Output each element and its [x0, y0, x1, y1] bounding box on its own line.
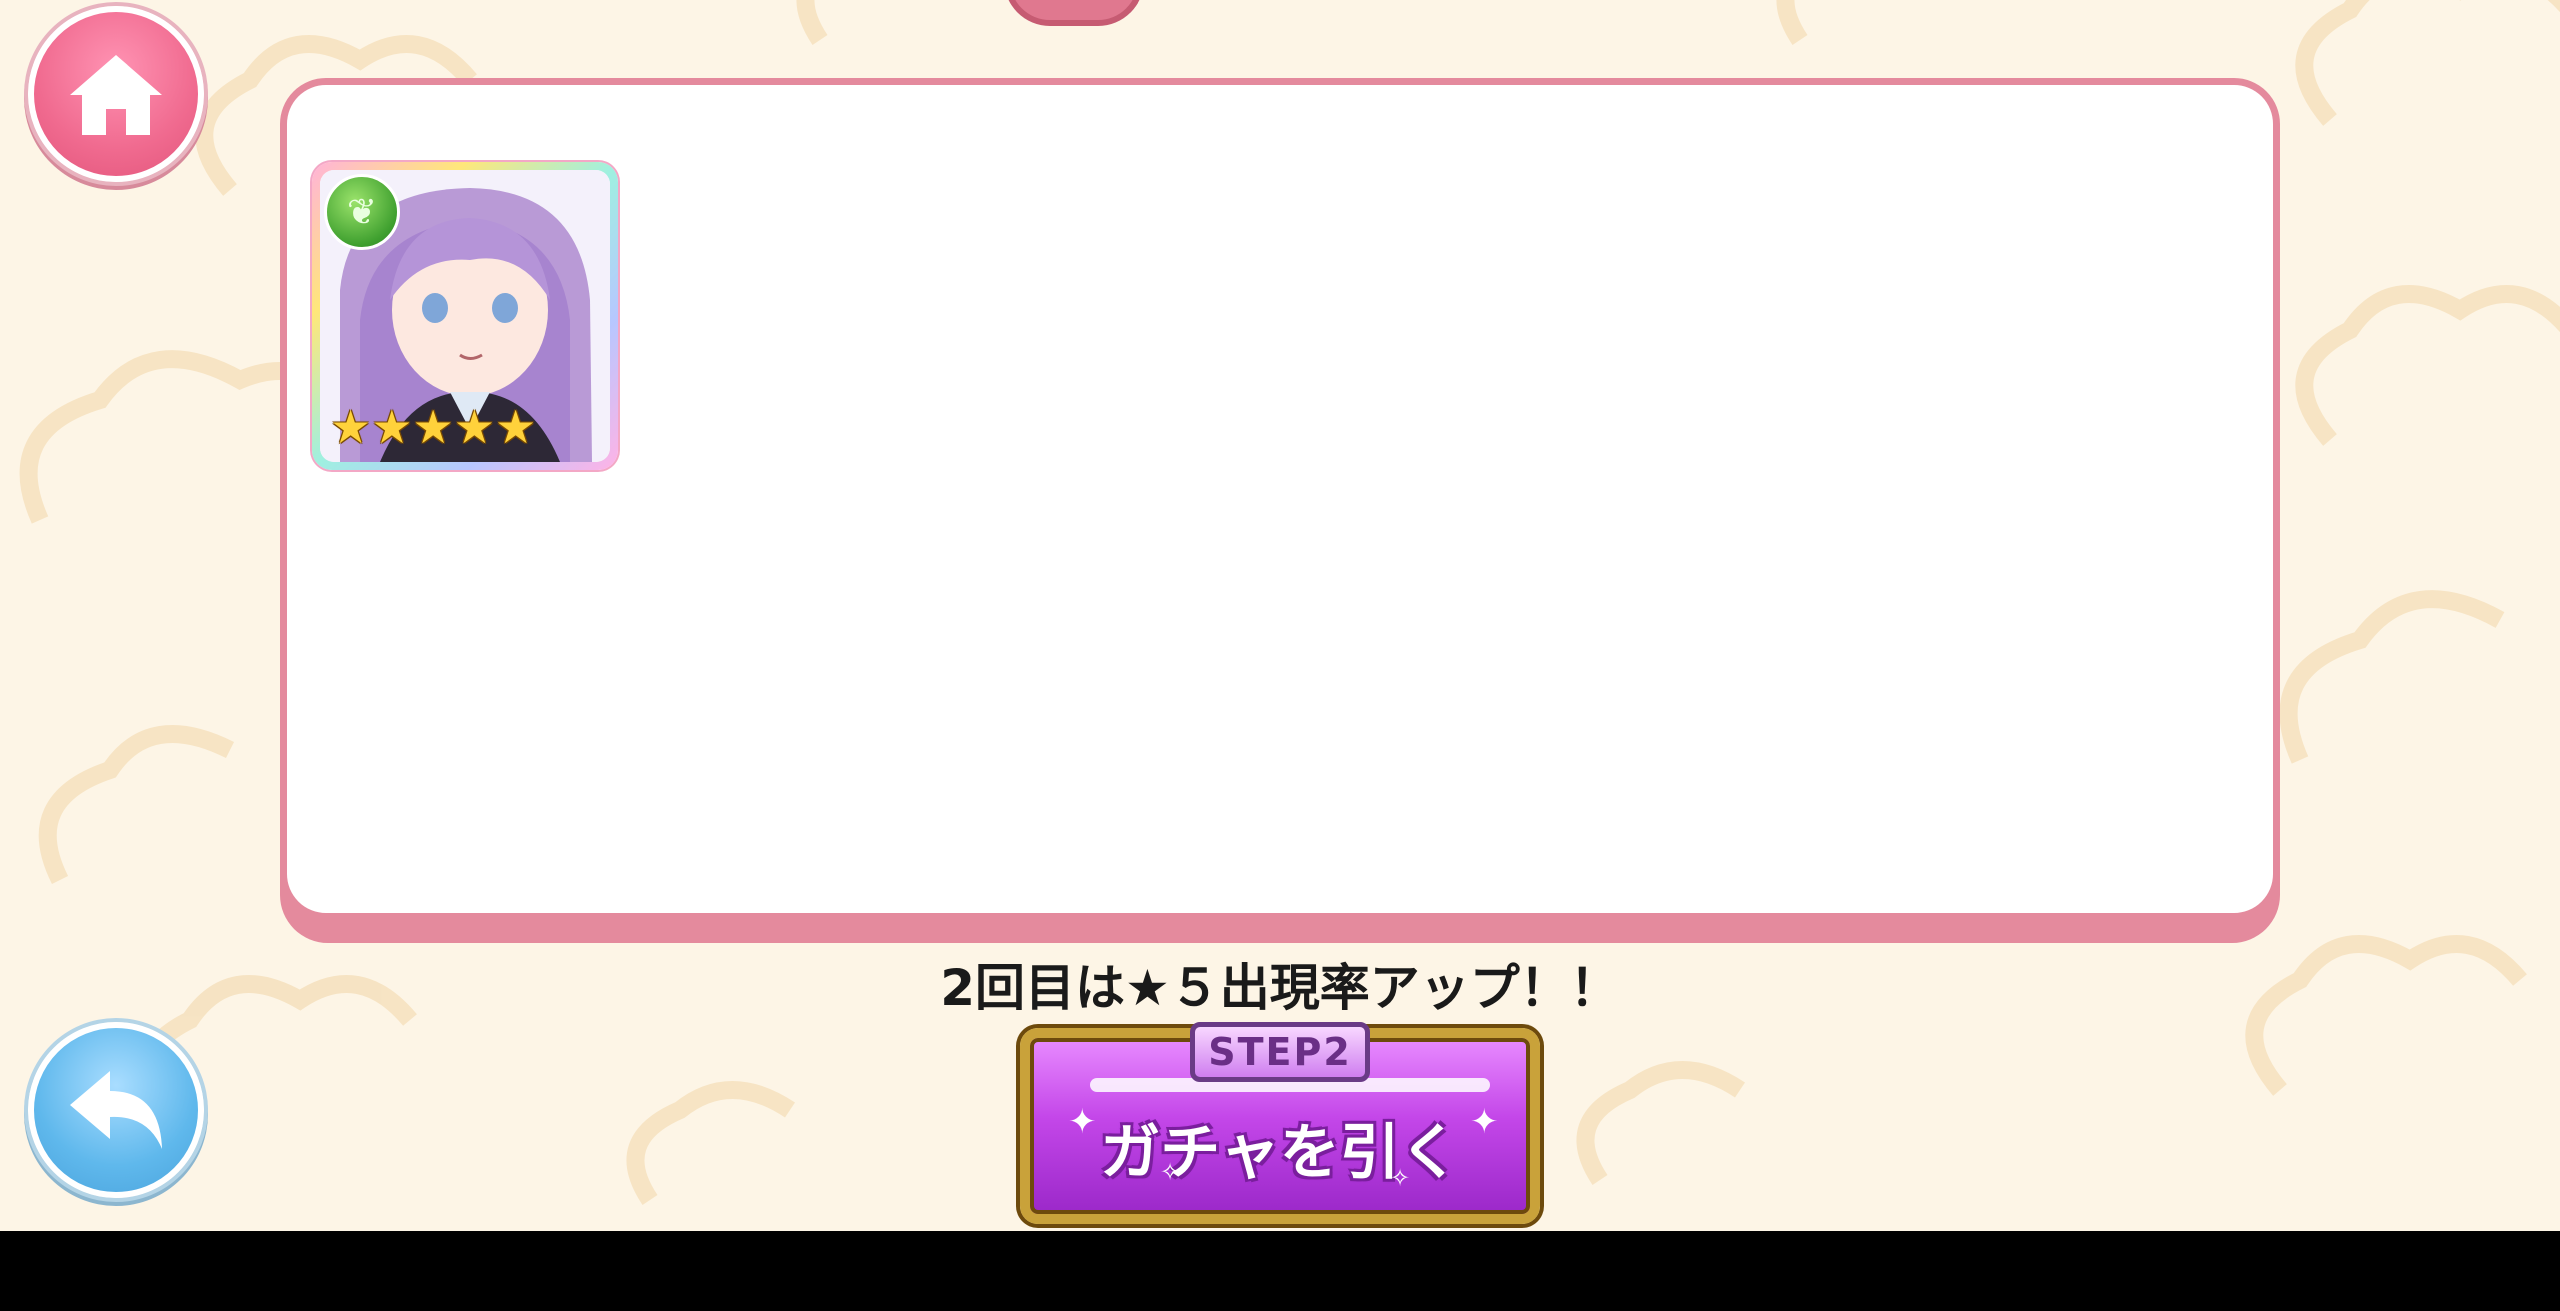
- draw-gacha-button[interactable]: ガチャを引く ✦ ✦ ✧ ✧ STEP2: [1020, 1022, 1540, 1224]
- home-button[interactable]: [28, 6, 204, 182]
- rarity-star-icon: ★: [453, 400, 495, 454]
- back-button[interactable]: [28, 1022, 204, 1198]
- home-icon: [70, 55, 162, 135]
- rarity-star-icon: ★: [412, 400, 454, 454]
- sparkle-icon: ✧: [1160, 1158, 1181, 1186]
- gacha-result-screen: ❦ ★ ★ ★ ★ ★ 2回目は★５出現率アップ！！ ガチャを引く ✦ ✦ ✧ ✧ ST…: [0, 0, 2560, 1231]
- gacha-button-label: ガチャを引く: [1100, 1118, 1460, 1188]
- bottom-black-bar: [0, 1231, 2560, 1311]
- rarity-star-icon: ★: [371, 400, 413, 454]
- back-arrow-icon: [70, 1071, 162, 1149]
- step-badge: STEP2: [1190, 1022, 1370, 1082]
- sparkle-icon: ✧: [1390, 1164, 1411, 1192]
- sparkle-icon: ✦: [1068, 1102, 1097, 1142]
- rarity-stars: ★ ★ ★ ★ ★: [330, 404, 536, 450]
- rate-up-notice: 2回目は★５出現率アップ！！: [940, 959, 1620, 1017]
- leaf-attribute-icon: ❦: [324, 174, 400, 250]
- card-frame: ❦ ★ ★ ★ ★ ★: [320, 170, 610, 462]
- character-card[interactable]: ❦ ★ ★ ★ ★ ★: [312, 162, 618, 470]
- sparkle-icon: ✦: [1470, 1102, 1499, 1142]
- rarity-star-icon: ★: [330, 400, 372, 454]
- rarity-star-icon: ★: [495, 400, 537, 454]
